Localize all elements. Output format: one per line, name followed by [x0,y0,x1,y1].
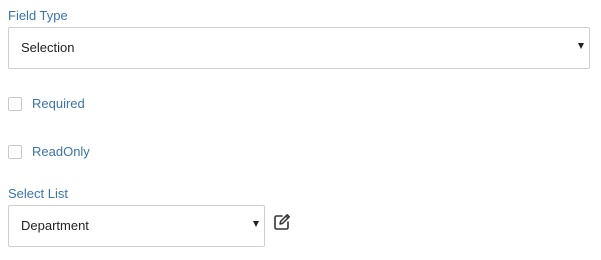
select-list-value: Department [21,218,89,233]
required-checkbox[interactable] [8,97,22,111]
field-type-value: Selection [21,40,75,55]
field-type-select[interactable]: Selection [8,27,590,69]
readonly-label[interactable]: ReadOnly [32,144,90,160]
field-type-label: Field Type [8,8,68,23]
select-list-select[interactable]: Department [8,205,265,247]
required-label[interactable]: Required [32,96,85,112]
readonly-checkbox[interactable] [8,145,22,159]
dropdown-caret-icon [253,221,259,227]
edit-icon[interactable] [273,213,291,231]
field-properties-form: Field Type Selection Required ReadOnly S… [0,0,601,260]
dropdown-caret-icon [578,43,584,49]
select-list-label: Select List [8,186,68,201]
